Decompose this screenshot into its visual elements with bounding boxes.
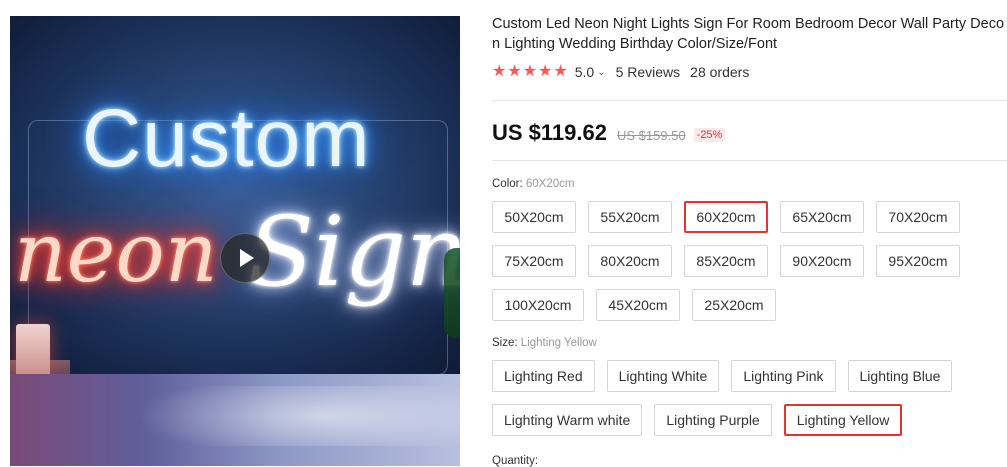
size-option[interactable]: Lighting Pink	[731, 360, 836, 392]
star-icon: ★	[553, 63, 568, 80]
size-options-row-2: Lighting Warm white Lighting Purple Ligh…	[492, 404, 903, 436]
star-icon: ★	[538, 63, 553, 80]
neon-text-neon: neon	[14, 206, 218, 301]
quantity-label: Quantity:	[492, 455, 539, 467]
play-icon	[240, 249, 254, 267]
lamp-decor	[16, 324, 50, 376]
divider	[492, 100, 1007, 101]
neon-text-custom: Custom	[82, 93, 371, 184]
product-info-panel: Custom Led Neon Night Lights Sign For Ro…	[492, 14, 1007, 467]
floor-glow	[10, 386, 460, 446]
size-option[interactable]: Lighting Red	[492, 360, 595, 392]
discount-badge: -25%	[693, 128, 726, 142]
size-property-label: Size: Lighting Yellow	[492, 337, 597, 349]
color-options-row-1: 50X20cm 55X20cm 60X20cm 65X20cm 70X20cm	[492, 201, 960, 233]
size-selected-value: Lighting Yellow	[520, 337, 597, 349]
color-option[interactable]: 75X20cm	[492, 245, 576, 277]
neon-text-signs: Signs	[248, 196, 460, 308]
color-option[interactable]: 100X20cm	[492, 289, 584, 321]
color-options-row-3: 100X20cm 45X20cm 25X20cm	[492, 289, 776, 321]
color-option[interactable]: 55X20cm	[588, 201, 672, 233]
color-option[interactable]: 65X20cm	[780, 201, 864, 233]
product-image[interactable]: Custom neon Signs	[10, 16, 460, 466]
color-option[interactable]: 80X20cm	[588, 245, 672, 277]
color-option[interactable]: 60X20cm	[684, 201, 768, 233]
color-option[interactable]: 85X20cm	[684, 245, 768, 277]
product-title-line-2: n Lighting Wedding Birthday Color/Size/F…	[492, 36, 778, 52]
size-option[interactable]: Lighting White	[606, 360, 720, 392]
color-option[interactable]: 25X20cm	[692, 289, 776, 321]
price-row: US $119.62 US $159.50 -25%	[492, 120, 726, 146]
plant-decor	[444, 248, 460, 338]
rating-stars: ★ ★ ★ ★ ★	[492, 64, 568, 80]
color-selected-value: 60X20cm	[525, 178, 575, 190]
orders-count: 28 orders	[690, 64, 750, 80]
video-play-button[interactable]	[220, 233, 270, 283]
color-option[interactable]: 50X20cm	[492, 201, 576, 233]
product-title-line-1: Custom Led Neon Night Lights Sign For Ro…	[492, 16, 1005, 32]
divider	[492, 160, 1007, 161]
size-label-text: Size:	[492, 337, 521, 349]
reviews-link[interactable]: 5 Reviews	[616, 64, 681, 80]
size-option[interactable]: Lighting Yellow	[783, 404, 903, 436]
color-options-row-2: 75X20cm 80X20cm 85X20cm 90X20cm 95X20cm	[492, 245, 960, 277]
star-icon: ★	[507, 63, 522, 80]
color-property-label: Color: 60X20cm	[492, 178, 574, 190]
star-icon: ★	[492, 63, 507, 80]
size-option[interactable]: Lighting Blue	[847, 360, 953, 392]
chevron-down-icon[interactable]: ⌄	[597, 67, 605, 78]
rating-value[interactable]: 5.0	[575, 64, 594, 80]
color-label-text: Color:	[492, 178, 526, 190]
rating-row: ★ ★ ★ ★ ★ 5.0 ⌄ 5 Reviews 28 orders	[492, 62, 1007, 82]
star-icon: ★	[522, 63, 538, 80]
color-option[interactable]: 70X20cm	[876, 201, 960, 233]
current-price: US $119.62	[492, 120, 607, 145]
size-option[interactable]: Lighting Purple	[654, 404, 772, 436]
color-option[interactable]: 90X20cm	[780, 245, 864, 277]
original-price: US $159.50	[616, 128, 686, 143]
size-options-row-1: Lighting Red Lighting White Lighting Pin…	[492, 360, 953, 392]
color-option[interactable]: 95X20cm	[876, 245, 960, 277]
product-title: Custom Led Neon Night Lights Sign For Ro…	[492, 14, 1007, 54]
size-option[interactable]: Lighting Warm white	[492, 404, 643, 436]
color-option[interactable]: 45X20cm	[596, 289, 680, 321]
